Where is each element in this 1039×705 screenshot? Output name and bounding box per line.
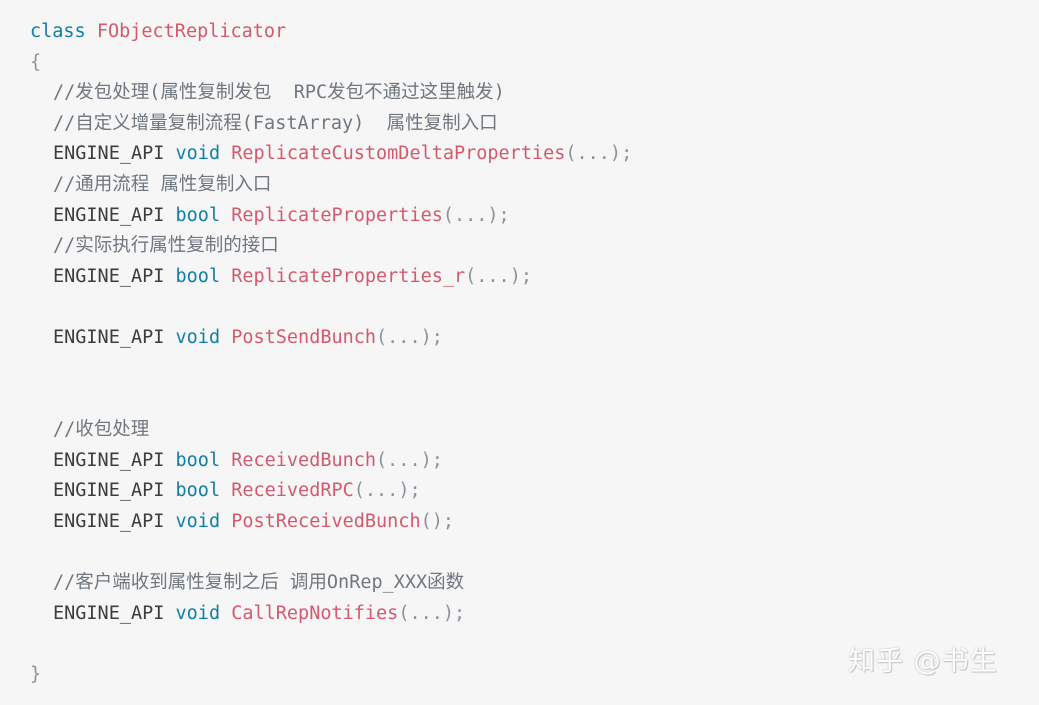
- api-prefix: ENGINE_API: [53, 205, 165, 226]
- code-line-replicate-custom-delta: ENGINE_API void ReplicateCustomDeltaProp…: [53, 141, 632, 167]
- zhihu-watermark: 知乎 @书生: [848, 646, 998, 677]
- api-prefix: ENGINE_API: [53, 480, 165, 501]
- api-prefix: ENGINE_API: [53, 143, 165, 164]
- comment-actual-interface: //实际执行属性复制的接口: [53, 235, 279, 256]
- return-type: bool: [175, 266, 221, 287]
- brace-open: {: [30, 52, 42, 73]
- return-type: void: [175, 603, 221, 624]
- function-args: (...);: [376, 327, 443, 348]
- class-name: FObjectReplicator: [96, 21, 287, 42]
- function-args: (...);: [398, 603, 466, 624]
- function-args: (...);: [565, 143, 633, 164]
- code-line-comment-actual: //实际执行属性复制的接口: [53, 233, 279, 259]
- function-name: ReplicateCustomDeltaProperties: [231, 143, 566, 164]
- api-prefix: ENGINE_API: [53, 450, 165, 471]
- code-line-brace-close: }: [30, 662, 41, 688]
- function-name: ReplicateProperties_r: [231, 266, 466, 287]
- comment-custom-delta: //自定义增量复制流程(FastArray) 属性复制入口: [53, 113, 498, 134]
- code-line-received-bunch: ENGINE_API bool ReceivedBunch(...);: [53, 448, 443, 474]
- function-name: ReceivedRPC: [231, 480, 354, 501]
- code-line-replicate-properties-r: ENGINE_API bool ReplicateProperties_r(..…: [53, 264, 532, 290]
- code-line-post-send-bunch: ENGINE_API void PostSendBunch(...);: [53, 325, 443, 351]
- function-args: (...);: [465, 266, 532, 287]
- return-type: bool: [175, 480, 221, 501]
- code-line-replicate-properties: ENGINE_API bool ReplicateProperties(...)…: [53, 203, 510, 229]
- api-prefix: ENGINE_API: [53, 603, 165, 624]
- function-name: ReceivedBunch: [231, 450, 377, 471]
- code-line-comment-general: //通用流程 属性复制入口: [53, 172, 271, 198]
- function-name: PostSendBunch: [231, 327, 377, 348]
- code-line-brace-open: {: [30, 50, 41, 76]
- function-name: CallRepNotifies: [231, 603, 399, 624]
- api-prefix: ENGINE_API: [53, 266, 165, 287]
- function-args: (...);: [442, 205, 510, 226]
- code-line-post-received-bunch: ENGINE_API void PostReceivedBunch();: [53, 509, 454, 535]
- keyword-class: class: [30, 21, 86, 42]
- comment-receive-processing: //收包处理: [53, 419, 150, 440]
- api-prefix: ENGINE_API: [53, 511, 165, 532]
- function-name: PostReceivedBunch: [231, 511, 421, 532]
- return-type: void: [175, 327, 221, 348]
- brace-close: }: [30, 664, 42, 685]
- code-line-comment-send: //发包处理(属性复制发包 RPC发包不通过这里触发): [53, 80, 505, 106]
- code-block: class FObjectReplicator { //发包处理(属性复制发包 …: [0, 0, 1039, 705]
- function-args: (...);: [353, 480, 421, 501]
- comment-client-onrep: //客户端收到属性复制之后 调用OnRep_XXX函数: [53, 572, 465, 593]
- comment-send-processing: //发包处理(属性复制发包 RPC发包不通过这里触发): [53, 82, 505, 103]
- code-line-comment-custom-delta: //自定义增量复制流程(FastArray) 属性复制入口: [53, 111, 498, 137]
- function-args: (...);: [376, 450, 443, 471]
- function-args: ();: [420, 511, 455, 532]
- code-line-call-rep-notifies: ENGINE_API void CallRepNotifies(...);: [53, 601, 465, 627]
- return-type: void: [175, 143, 221, 164]
- code-line-class-declaration: class FObjectReplicator: [30, 19, 286, 45]
- return-type: bool: [175, 450, 221, 471]
- comment-general-flow: //通用流程 属性复制入口: [53, 174, 272, 195]
- code-line-comment-client: //客户端收到属性复制之后 调用OnRep_XXX函数: [53, 570, 464, 596]
- return-type: bool: [175, 205, 221, 226]
- code-line-received-rpc: ENGINE_API bool ReceivedRPC(...);: [53, 478, 421, 504]
- code-line-comment-receive: //收包处理: [53, 417, 149, 443]
- function-name: ReplicateProperties: [231, 205, 443, 226]
- return-type: void: [175, 511, 221, 532]
- api-prefix: ENGINE_API: [53, 327, 165, 348]
